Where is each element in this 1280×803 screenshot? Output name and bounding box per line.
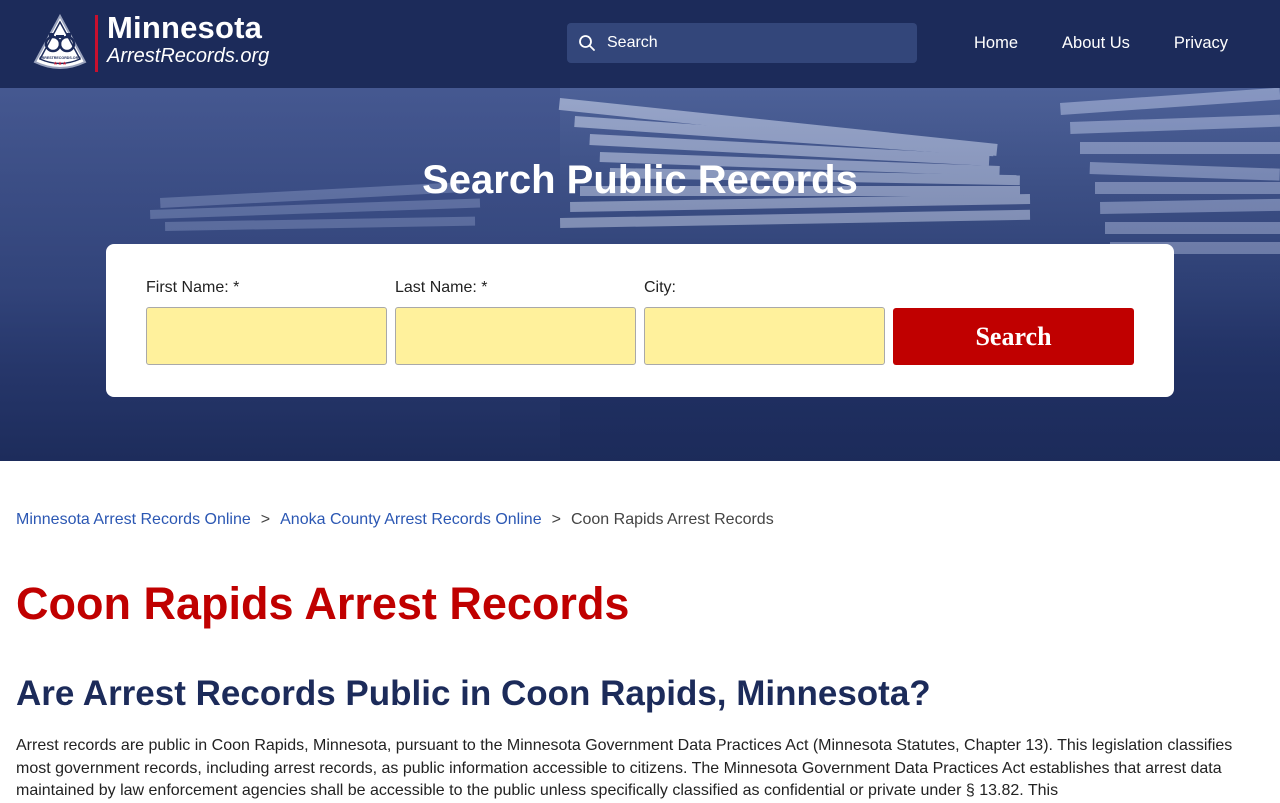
svg-text:★★★: ★★★ (53, 61, 67, 67)
last-name-input[interactable] (395, 307, 636, 365)
search-button[interactable]: Search (893, 308, 1134, 365)
section-heading: Are Arrest Records Public in Coon Rapids… (16, 674, 931, 713)
city-input[interactable] (644, 307, 885, 365)
site-logo[interactable]: ARRESTRECORDS.ORG ★★★ (32, 13, 88, 72)
header-search-input[interactable] (607, 23, 907, 63)
last-name-label: Last Name: * (395, 279, 488, 296)
search-icon (579, 35, 595, 51)
site-header: ARRESTRECORDS.ORG ★★★ Minnesota ArrestRe… (0, 0, 1280, 88)
page-title: Coon Rapids Arrest Records (16, 578, 630, 629)
logo-title[interactable]: Minnesota (107, 10, 262, 46)
logo-badge-text: ARRESTRECORDS.ORG (39, 56, 81, 60)
nav-about-link[interactable]: About Us (1062, 34, 1130, 53)
first-name-input[interactable] (146, 307, 387, 365)
breadcrumb: Minnesota Arrest Records Online > Anoka Co… (16, 511, 774, 529)
main-nav: Home About Us Privacy (974, 34, 1228, 53)
nav-home-link[interactable]: Home (974, 34, 1018, 53)
nav-privacy-link[interactable]: Privacy (1174, 34, 1228, 53)
breadcrumb-state-link[interactable]: Minnesota Arrest Records Online (16, 511, 251, 528)
logo-divider (95, 15, 98, 72)
breadcrumb-current: Coon Rapids Arrest Records (570, 511, 774, 528)
header-search[interactable] (567, 23, 917, 63)
logo-subtitle[interactable]: ArrestRecords.org (107, 45, 269, 68)
hero-banner: Search Public Records First Name: * Last… (0, 88, 1280, 461)
first-name-label: First Name: * (146, 279, 240, 296)
handcuffs-badge-icon: ARRESTRECORDS.ORG ★★★ (33, 13, 87, 69)
intro-paragraph: Arrest records are public in Coon Rapids… (16, 737, 1233, 799)
breadcrumb-separator: > (260, 511, 271, 528)
breadcrumb-separator: > (551, 511, 561, 528)
city-label: City: (644, 279, 676, 296)
breadcrumb-county-link[interactable]: Anoka County Arrest Records Online (280, 511, 541, 528)
search-records-form: First Name: * Last Name: * City: Search (106, 244, 1174, 397)
hero-title: Search Public Records (422, 158, 858, 202)
